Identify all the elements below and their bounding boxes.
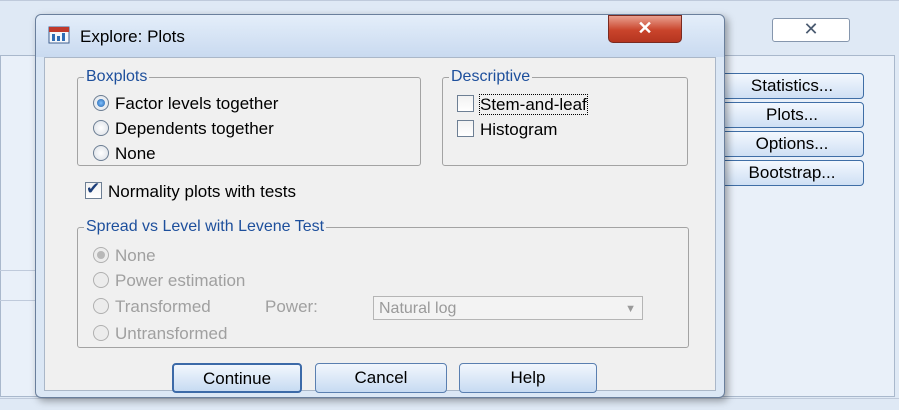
plots-button[interactable]: Plots...: [720, 102, 864, 128]
cancel-button[interactable]: Cancel: [315, 363, 447, 393]
options-button[interactable]: Options...: [720, 131, 864, 157]
close-icon: ✕: [803, 19, 819, 39]
grid-line: [0, 398, 899, 399]
app-icon: [48, 26, 70, 44]
radio-label: None: [115, 246, 156, 265]
radio-selected-icon: [93, 247, 109, 263]
dialog-content: Boxplots Factor levels together Dependen…: [44, 57, 716, 393]
checkbox-normality-plots[interactable]: Normality plots with tests: [85, 179, 296, 202]
descriptive-group: Descriptive: [442, 68, 688, 166]
dialog-close-button[interactable]: ✕: [608, 15, 682, 43]
radio-transformed[interactable]: Transformed: [93, 297, 211, 317]
spread-legend: Spread vs Level with Levene Test: [86, 218, 325, 235]
grid-line: [0, 270, 36, 271]
checkbox-label: Stem-and-leaf: [479, 94, 588, 115]
checkbox-checked-icon: [85, 179, 102, 199]
explore-plots-dialog: Explore: Plots ✕ Boxplots Factor levels …: [35, 14, 725, 398]
power-select[interactable]: Natural log ▼: [373, 296, 643, 320]
radio-icon: [93, 145, 109, 161]
radio-icon: [93, 298, 109, 314]
checkbox-icon: [457, 120, 474, 137]
radio-label: Transformed: [115, 297, 211, 316]
dialog-title: Explore: Plots: [80, 27, 185, 46]
boxplots-legend: Boxplots: [86, 68, 148, 85]
continue-button[interactable]: Continue: [172, 363, 302, 393]
chevron-down-icon: ▼: [625, 303, 636, 315]
radio-icon: [93, 120, 109, 136]
checkbox-label: Normality plots with tests: [108, 182, 296, 201]
radio-label: Power estimation: [115, 271, 246, 290]
radio-icon: [93, 325, 109, 341]
radio-power-estimation[interactable]: Power estimation: [93, 271, 245, 291]
radio-factor-levels-together[interactable]: Factor levels together: [93, 94, 278, 114]
radio-dependents-together[interactable]: Dependents together: [93, 119, 274, 139]
bootstrap-button[interactable]: Bootstrap...: [720, 160, 864, 186]
power-select-value: Natural log: [379, 300, 457, 317]
radio-label: Untransformed: [115, 324, 228, 343]
close-icon: ✕: [637, 18, 653, 38]
parent-close-button[interactable]: ✕: [772, 18, 850, 42]
radio-none-boxplots[interactable]: None: [93, 144, 156, 164]
radio-label: Dependents together: [115, 119, 274, 138]
checkbox-stem-and-leaf[interactable]: Stem-and-leaf: [457, 94, 588, 115]
radio-label: None: [115, 144, 156, 163]
checkbox-icon: [457, 95, 474, 112]
grid-line: [0, 300, 36, 301]
checkbox-histogram[interactable]: Histogram: [457, 120, 557, 140]
radio-icon: [93, 272, 109, 288]
title-bar[interactable]: Explore: Plots ✕: [36, 15, 724, 57]
grid-line: [0, 0, 899, 1]
radio-untransformed[interactable]: Untransformed: [93, 324, 227, 344]
descriptive-legend: Descriptive: [451, 68, 531, 85]
radio-label: Factor levels together: [115, 94, 279, 113]
radio-none-spread[interactable]: None: [93, 246, 156, 266]
power-label: Power:: [265, 297, 318, 316]
statistics-button[interactable]: Statistics...: [720, 73, 864, 99]
checkbox-label: Histogram: [480, 120, 558, 139]
radio-selected-icon: [93, 95, 109, 111]
help-button[interactable]: Help: [459, 363, 597, 393]
